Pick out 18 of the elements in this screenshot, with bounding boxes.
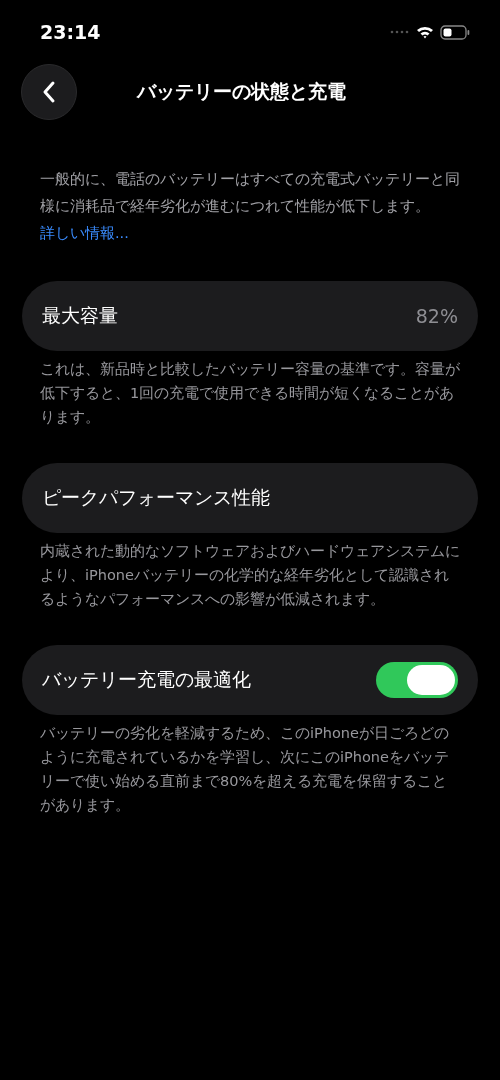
battery-icon bbox=[440, 24, 470, 40]
chevron-left-icon bbox=[42, 80, 56, 104]
settings-row[interactable]: ピークパフォーマンス性能 bbox=[22, 463, 478, 533]
row-value: 82% bbox=[415, 305, 458, 327]
page-title: バッテリーの状態と充電 bbox=[137, 79, 346, 104]
toggle-switch[interactable] bbox=[376, 662, 458, 698]
row-label: 最大容量 bbox=[42, 303, 118, 328]
row-description: これは、新品時と比較したバッテリー容量の基準です。容量が低下すると、1回の充電で使用できる時間が短くなることがあります。 bbox=[40, 360, 460, 427]
status-time: 23:14 bbox=[40, 21, 101, 43]
intro-text: 一般的に、電話のバッテリーはすべての充電式バッテリーと同様に消耗品で経年劣化が進むにつれて性能が低下します。 詳しい情報... bbox=[40, 170, 460, 243]
learn-more-link[interactable]: 詳しい情報... bbox=[40, 225, 129, 241]
row-label: バッテリー充電の最適化 bbox=[42, 667, 251, 692]
wifi-icon bbox=[416, 25, 434, 39]
signal-icon bbox=[390, 30, 410, 34]
back-button[interactable] bbox=[21, 64, 77, 120]
row-label: ピークパフォーマンス性能 bbox=[42, 485, 270, 510]
row-description: バッテリーの劣化を軽減するため、このiPhoneが日ごろどのように充電されているかを学習し、次にこのiPhoneをバッテリーで使い始める直前まで80%を超える充電を保留することがあります。 bbox=[40, 724, 450, 815]
row-description: 内蔵された動的なソフトウェアおよびハードウェアシステムにより、iPhoneバッテリーの化学的な経年劣化として認識されるようなパフォーマンスへの影響が低減されます。 bbox=[40, 542, 460, 609]
